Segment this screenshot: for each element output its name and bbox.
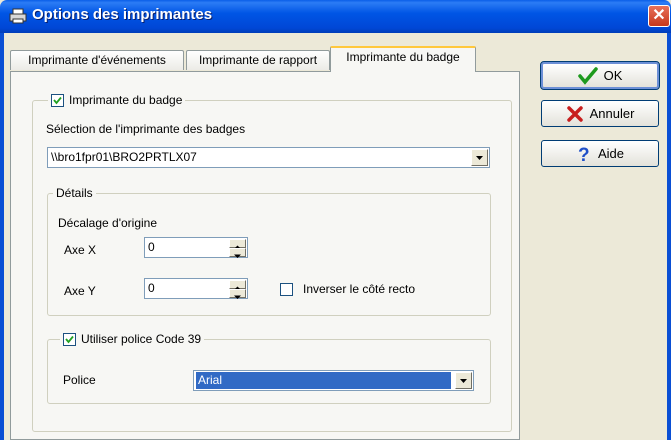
checkbox-box <box>63 332 76 346</box>
printer-selection-label: Sélection de l'imprimante des badges <box>46 122 246 136</box>
code39-label: Utiliser police Code 39 <box>81 332 202 346</box>
axis-x-spinner[interactable]: 0 <box>144 237 248 258</box>
checkmark-icon <box>65 335 74 343</box>
cancel-button[interactable]: Annuler <box>541 100 659 127</box>
window-frame-right <box>667 33 671 440</box>
cancel-label: Annuler <box>589 106 635 121</box>
dropdown-button[interactable] <box>455 372 472 389</box>
help-button[interactable]: ? Aide <box>541 140 659 167</box>
arrow-down-icon <box>234 254 241 258</box>
checkmark-icon <box>577 66 598 85</box>
chevron-down-icon <box>476 156 483 160</box>
axis-x-down-button[interactable] <box>229 248 246 258</box>
badge-printer-checkbox[interactable]: Imprimante du badge <box>48 93 186 107</box>
window-title: Options des imprimantes <box>32 6 213 23</box>
axis-y-up-button[interactable] <box>229 280 246 290</box>
window-frame-left <box>0 33 4 440</box>
close-icon: ✕ <box>652 7 666 24</box>
axis-x-label: Axe X <box>64 243 97 257</box>
offset-label: Décalage d'origine <box>58 216 158 230</box>
dropdown-button[interactable] <box>471 149 488 166</box>
font-label: Police <box>63 373 96 387</box>
svg-text:?: ? <box>578 145 590 164</box>
help-label: Aide <box>597 146 625 161</box>
printer-icon <box>9 8 27 24</box>
checkbox-box <box>280 282 293 296</box>
tab-report-printer[interactable]: Imprimante de rapport <box>186 50 330 70</box>
question-mark-icon: ? <box>578 145 590 164</box>
close-button[interactable]: ✕ <box>648 5 670 27</box>
details-group <box>47 193 491 316</box>
axis-y-down-button[interactable] <box>229 289 246 299</box>
checkmark-icon <box>53 96 62 104</box>
ok-label: OK <box>603 68 623 83</box>
printer-select-value: \\bro1fpr01\BRO2PRTLX07 <box>51 150 197 164</box>
details-legend: Détails <box>53 186 96 200</box>
close-icon <box>566 105 583 122</box>
tab-badge-printer[interactable]: Imprimante du badge <box>330 46 476 72</box>
axis-x-value: 0 <box>148 240 155 254</box>
code39-checkbox[interactable]: Utiliser police Code 39 <box>60 332 205 346</box>
invert-recto-label: Inverser le côté recto <box>303 282 416 296</box>
arrow-down-icon <box>234 295 241 299</box>
checkbox-box <box>51 93 64 107</box>
axis-x-up-button[interactable] <box>229 239 246 249</box>
font-select-value: Arial <box>196 372 451 389</box>
badge-printer-label: Imprimante du badge <box>69 93 183 107</box>
chevron-down-icon <box>460 379 467 383</box>
title-bar: Options des imprimantes ✕ <box>0 0 671 33</box>
invert-recto-checkbox[interactable]: Inverser le côté recto <box>280 282 415 296</box>
axis-y-spinner[interactable]: 0 <box>144 278 248 299</box>
axis-y-value: 0 <box>148 281 155 295</box>
printer-select[interactable]: \\bro1fpr01\BRO2PRTLX07 <box>47 147 490 168</box>
font-select[interactable]: Arial <box>193 370 474 391</box>
axis-y-label: Axe Y <box>64 284 96 298</box>
ok-button[interactable]: OK <box>540 61 660 90</box>
tab-event-printer[interactable]: Imprimante d'événements <box>10 50 184 70</box>
